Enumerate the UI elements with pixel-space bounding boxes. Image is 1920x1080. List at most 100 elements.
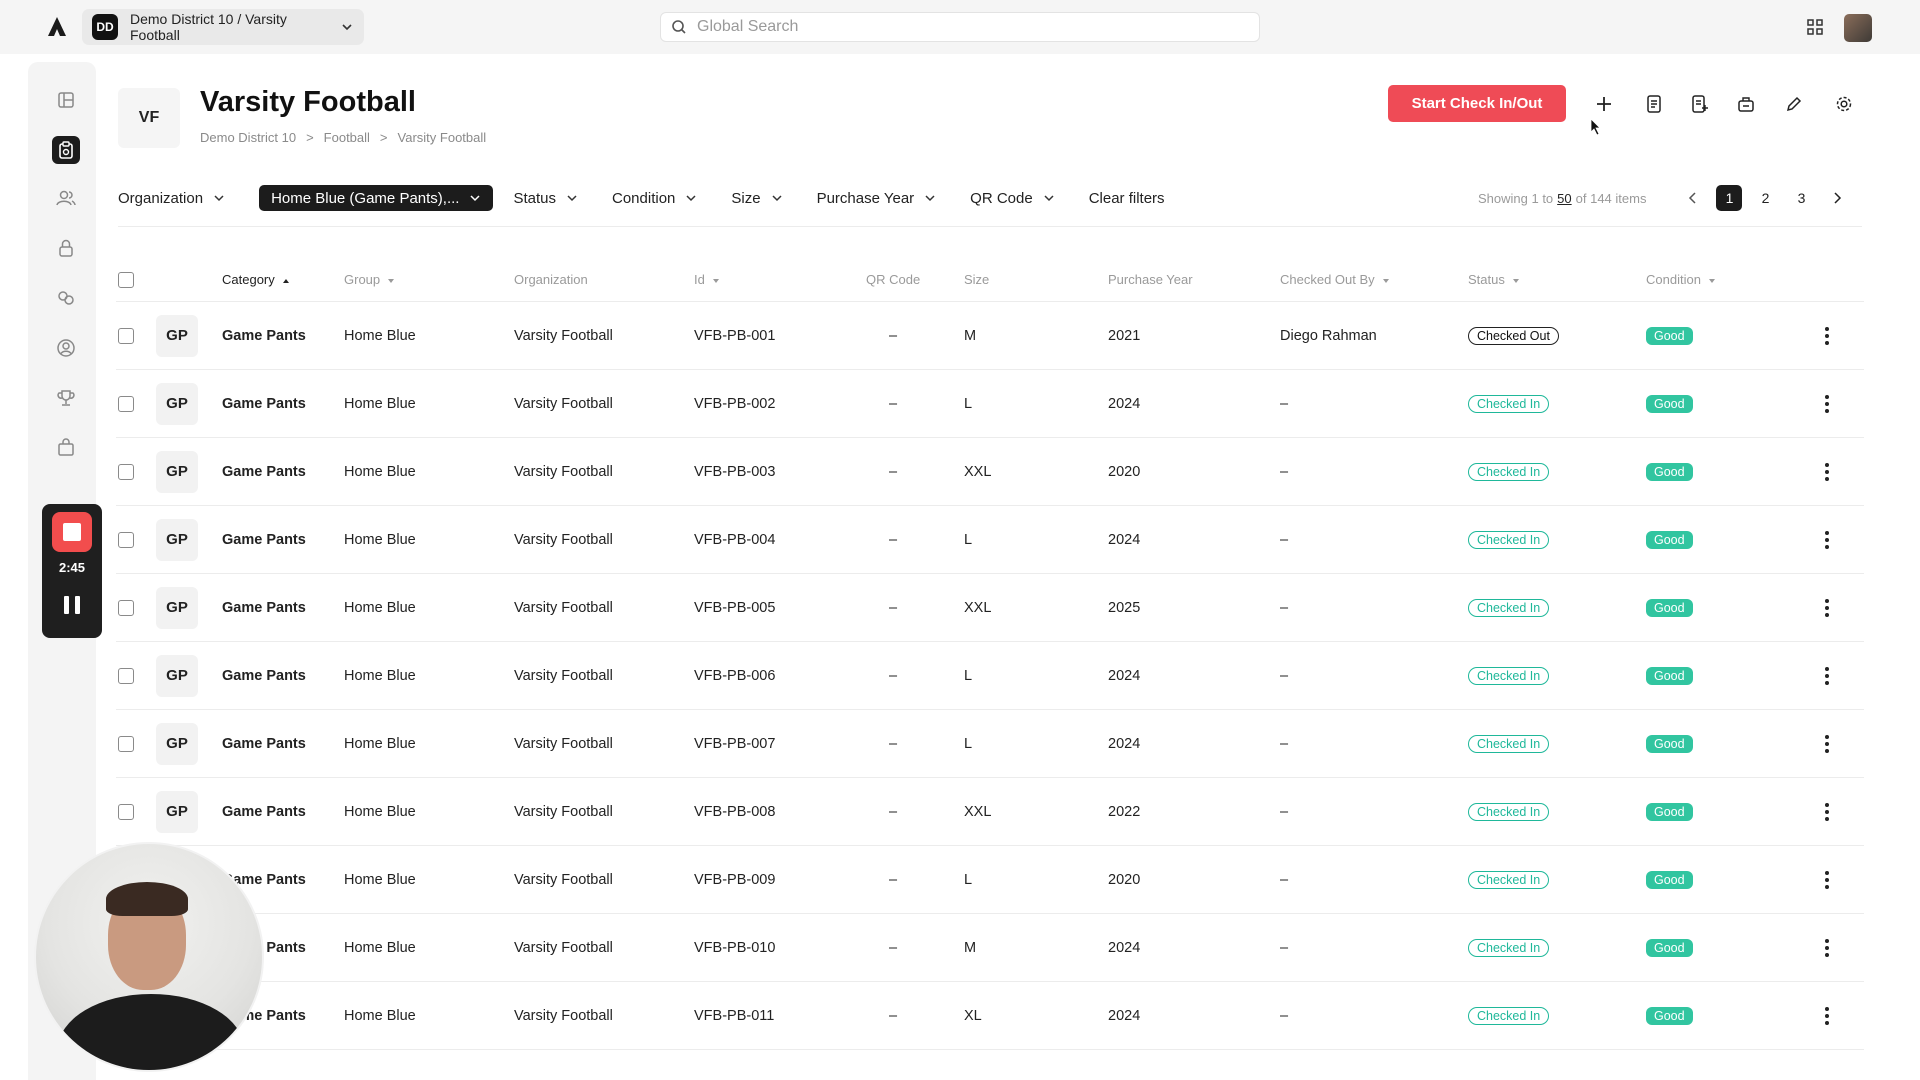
edit-icon[interactable] [1782,92,1806,116]
report-icon[interactable] [1642,92,1666,116]
breadcrumb-district[interactable]: Demo District 10 [200,130,296,145]
cell-category: Game Pants [222,395,306,412]
cell-category: Game Pants [222,803,306,820]
cell-organization: Varsity Football [514,1007,613,1024]
table-row[interactable]: GP Game Pants Home Blue Varsity Football… [116,710,1864,778]
clear-filters-button[interactable]: Clear filters [1089,190,1165,207]
app-logo-icon[interactable] [44,14,70,40]
table-row[interactable]: GP Game Pants Home Blue Varsity Football… [116,302,1864,370]
table-row[interactable]: GP Game Pants Home Blue Varsity Football… [116,506,1864,574]
profile-icon[interactable] [54,336,78,360]
mouse-cursor-icon [1590,118,1601,136]
filter-group-selected[interactable]: Home Blue (Game Pants),... [259,185,494,211]
row-menu-icon[interactable] [1824,870,1830,889]
cell-id: VFB-PB-003 [694,463,776,480]
row-checkbox[interactable] [118,395,134,412]
row-checkbox[interactable] [118,735,134,752]
row-checkbox[interactable] [118,667,134,684]
col-category[interactable]: Category [222,272,289,287]
cell-qr-code: – [889,735,898,752]
cell-id: VFB-PB-002 [694,395,776,412]
next-page-button[interactable] [1824,185,1850,211]
showing-suffix: of 144 items [1575,190,1647,206]
add-note-icon[interactable] [1688,92,1712,116]
cell-id: VFB-PB-005 [694,599,776,616]
row-menu-icon[interactable] [1824,530,1830,549]
cell-id: VFB-PB-011 [694,1007,775,1024]
box-icon[interactable] [1734,92,1758,116]
filter-size[interactable]: Size [731,190,782,207]
row-menu-icon[interactable] [1824,1006,1830,1025]
user-avatar[interactable] [1844,14,1872,42]
row-menu-icon[interactable] [1824,666,1830,685]
global-search-input[interactable] [697,18,1237,36]
filter-condition[interactable]: Condition [612,190,697,207]
breadcrumb-sport[interactable]: Football [324,130,370,145]
prev-page-button[interactable] [1680,185,1706,211]
plus-icon[interactable] [1592,92,1616,116]
table-row[interactable]: GP Game Pants Home Blue Varsity Football… [116,778,1864,846]
team-icon[interactable] [54,286,78,310]
lock-icon[interactable] [54,236,78,260]
cell-group: Home Blue [344,871,416,888]
cell-purchase-year: 2020 [1108,463,1141,480]
store-icon[interactable] [54,436,78,460]
col-checked-out-by[interactable]: Checked Out By [1280,272,1389,287]
row-menu-icon[interactable] [1824,938,1830,957]
table-row[interactable]: GP Game Pants Home Blue Varsity Football… [116,438,1864,506]
table-row[interactable]: GP Game Pants Home Blue Varsity Football… [116,846,1864,914]
cell-purchase-year: 2024 [1108,939,1141,956]
col-group[interactable]: Group [344,272,395,287]
gear-icon[interactable] [1832,92,1856,116]
cell-checked-out-by: – [1280,463,1289,480]
row-checkbox[interactable] [118,327,134,344]
row-menu-icon[interactable] [1824,326,1830,345]
trophy-icon[interactable] [54,386,78,410]
category-avatar: GP [156,314,198,357]
row-checkbox[interactable] [118,463,134,480]
row-menu-icon[interactable] [1824,802,1830,821]
webcam-overlay[interactable] [34,842,264,1072]
cell-group: Home Blue [344,327,416,344]
filter-organization[interactable]: Organization [118,190,225,207]
row-checkbox[interactable] [118,599,134,616]
col-id[interactable]: Id [694,272,719,287]
page-1-button[interactable]: 1 [1716,185,1743,211]
chevron-down-icon [1044,195,1054,202]
row-checkbox[interactable] [118,803,134,820]
stop-recording-button[interactable] [52,512,92,552]
row-menu-icon[interactable] [1824,734,1830,753]
users-icon[interactable] [54,186,78,210]
dashboard-icon[interactable] [54,88,78,112]
start-check-in-out-button[interactable]: Start Check In/Out [1388,85,1566,122]
table-row[interactable]: GP Game Pants Home Blue Varsity Football… [116,642,1864,710]
cell-group: Home Blue [344,1007,416,1024]
cell-size: M [964,327,977,344]
global-search[interactable] [660,12,1260,42]
chevron-right-icon [1834,192,1842,204]
org-switcher[interactable]: DD Demo District 10 / Varsity Football [82,9,364,45]
status-badge: Checked In [1468,394,1550,413]
row-menu-icon[interactable] [1824,462,1830,481]
row-menu-icon[interactable] [1824,394,1830,413]
cell-purchase-year: 2024 [1108,395,1141,412]
filter-purchase-year[interactable]: Purchase Year [817,190,937,207]
cell-qr-code: – [889,599,898,616]
col-status[interactable]: Status [1468,272,1519,287]
row-checkbox[interactable] [118,531,134,548]
apps-grid-icon[interactable] [1806,18,1824,41]
col-condition[interactable]: Condition [1646,272,1715,287]
page-2-button[interactable]: 2 [1752,185,1778,211]
row-menu-icon[interactable] [1824,598,1830,617]
filter-status[interactable]: Status [513,190,578,207]
inventory-icon[interactable] [52,136,80,164]
page-3-button[interactable]: 3 [1788,185,1814,211]
page-size-selector[interactable]: 50 [1557,191,1571,206]
table-row[interactable]: GP Game Pants Home Blue Varsity Football… [116,574,1864,642]
table-row[interactable]: GP Game Pants Home Blue Varsity Football… [116,982,1864,1050]
select-all-checkbox[interactable] [118,272,134,288]
table-row[interactable]: GP Game Pants Home Blue Varsity Football… [116,370,1864,438]
filter-qr-code[interactable]: QR Code [970,190,1055,207]
pause-icon[interactable] [64,596,80,614]
table-row[interactable]: GP Game Pants Home Blue Varsity Football… [116,914,1864,982]
